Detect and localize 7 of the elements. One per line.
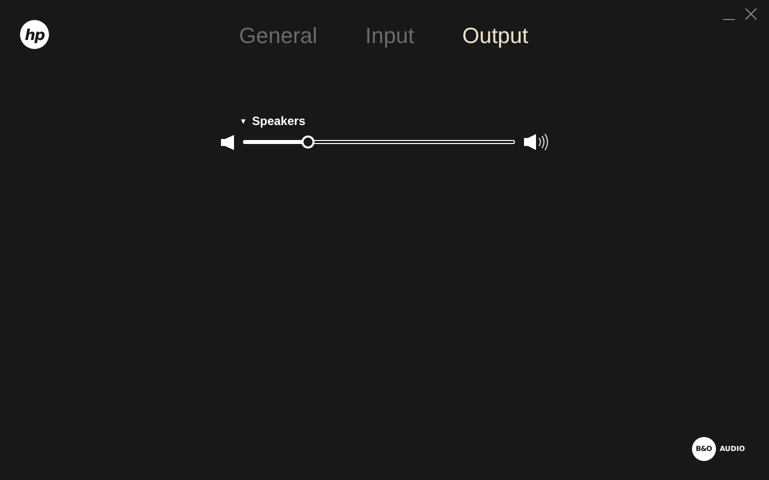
device-name: Speakers — [252, 114, 306, 128]
dropdown-caret[interactable]: ▾ — [241, 116, 246, 126]
close-icon[interactable] — [745, 8, 757, 20]
speaker-mute-icon[interactable] — [221, 134, 234, 150]
volume-slider[interactable] — [243, 136, 515, 148]
tab[interactable]: Output — [462, 23, 528, 49]
brand-logo: hp — [20, 20, 49, 49]
